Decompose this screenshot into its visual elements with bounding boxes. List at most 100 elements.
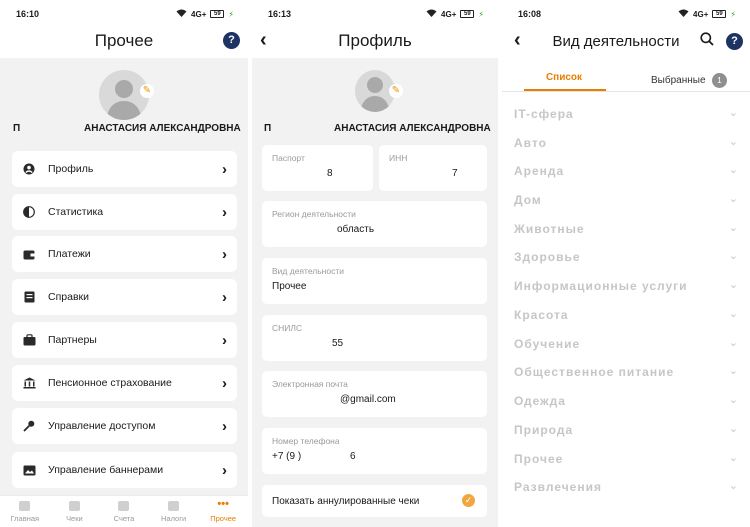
tab-receipts[interactable]: Чеки [50,496,100,527]
signal-label: 4G+ [693,9,709,19]
menu-item-label: Профиль [48,163,94,175]
menu-item-pension-insurance[interactable]: Пенсионное страхование › [12,365,237,401]
header: Прочее ? [0,26,248,58]
chevron-down-icon: ⌄ [728,136,738,148]
battery-icon: 59 [712,10,727,18]
signal-label: 4G+ [191,9,207,19]
checkmark-icon[interactable]: ✓ [462,494,475,507]
category-item[interactable]: Аренда ⌄ [514,162,740,182]
bank-icon [22,376,36,390]
field-label: Регион деятельности [272,209,356,219]
menu-item-certificates[interactable]: Справки › [12,279,237,315]
category-item[interactable]: Прочее ⌄ [514,450,740,470]
help-icon[interactable]: ? [223,32,240,49]
category-item[interactable]: Здоровье ⌄ [514,248,740,268]
phone-field[interactable]: Номер телефона +7 (9 ) 6 [262,428,487,474]
category-item[interactable]: Дом ⌄ [514,191,740,211]
chevron-down-icon: ⌄ [728,164,738,176]
edit-avatar-icon[interactable]: ✎ [389,84,403,98]
field-label: Электронная почта [272,379,348,389]
category-label: IT-сфера [514,107,574,121]
menu-item-payments[interactable]: Платежи › [12,236,237,272]
wifi-icon [678,9,689,19]
screen-activity-type: 16:08 4G+ 59 ⚡ ‹ Вид деятельности ? Спис… [502,0,750,527]
user-initial: П [264,123,272,134]
wallet-icon [22,247,36,261]
field-value: 7 [452,168,458,179]
category-item[interactable]: Обучение ⌄ [514,335,740,355]
status-time: 16:08 [518,9,542,19]
tax-icon [168,501,180,511]
menu-item-banner-management[interactable]: Управление баннерами › [12,452,237,488]
status-icons: 4G+ 59 ⚡ [176,9,234,19]
help-icon[interactable]: ? [726,33,743,50]
tab-label: Счета [113,514,135,523]
status-bar: 16:13 4G+ 59 ⚡ [252,0,498,26]
banner-icon [22,463,36,477]
menu-item-partners[interactable]: Партнеры › [12,322,237,358]
category-item[interactable]: Животные ⌄ [514,220,740,240]
category-item[interactable]: Развлечения ⌄ [514,478,740,498]
chevron-right-icon: › [222,160,227,178]
tab-favorites[interactable]: Выбранные [651,75,706,86]
more-dots-icon: ••• [217,498,229,510]
invoice-icon [118,501,130,511]
screen-other: 16:10 4G+ 59 ⚡ Прочее ? ✎ П АНАСТАСИЯ АЛ… [0,0,248,527]
field-value: 8 [327,168,333,179]
category-item[interactable]: Авто ⌄ [514,134,740,154]
receipt-icon [68,501,80,511]
field-value-prefix: +7 (9 ) [272,451,302,462]
briefcase-icon [22,333,36,347]
tab-home[interactable]: Главная [0,496,50,527]
category-label: Животные [514,222,585,236]
chevron-right-icon: › [222,245,227,263]
screen-profile: 16:13 4G+ 59 ⚡ ‹ Профиль ✎ П АНАСТАСИЯ А… [252,0,498,527]
field-label: ИНН [389,153,408,163]
passport-field[interactable]: Паспорт 8 [262,145,373,191]
search-icon[interactable] [700,32,714,51]
category-item[interactable]: Красота ⌄ [514,306,740,326]
header: ‹ Профиль [252,26,498,58]
tab-label: Главная [10,514,40,523]
activity-type-field[interactable]: Вид деятельности Прочее [262,258,487,304]
chevron-down-icon: ⌄ [728,107,738,119]
menu-item-label: Платежи [48,248,91,260]
menu-item-label: Статистика [48,206,104,218]
charging-icon: ⚡ [228,9,234,19]
category-label: Авто [514,136,547,150]
field-label: Паспорт [272,153,305,163]
tab-list[interactable]: Список [536,72,592,83]
menu-item-statistics[interactable]: Статистика › [12,194,237,230]
battery-icon: 59 [210,10,225,18]
category-item[interactable]: Информационные услуги ⌄ [514,277,740,297]
snils-field[interactable]: СНИЛС 55 [262,315,487,361]
edit-avatar-icon[interactable]: ✎ [140,84,154,98]
category-item[interactable]: Одежда ⌄ [514,392,740,412]
menu-item-access-management[interactable]: Управление доступом › [12,408,237,444]
inn-field[interactable]: ИНН 7 [379,145,487,191]
page-title: Прочее [94,31,154,50]
tab-invoices[interactable]: Счета [99,496,149,527]
chevron-down-icon: ⌄ [728,365,738,377]
tab-label: Прочее [210,514,237,523]
field-value: Прочее [272,281,307,292]
tab-taxes[interactable]: Налоги [149,496,199,527]
category-item[interactable]: IT-сфера ⌄ [514,105,740,125]
active-tab-indicator [524,89,606,91]
tab-bar: Список Выбранные 1 [502,58,750,92]
page-title: Профиль [338,31,412,50]
region-field[interactable]: Регион деятельности область [262,201,487,247]
show-cancelled-receipts-toggle[interactable]: Показать аннулированные чеки ✓ [262,485,487,517]
category-item[interactable]: Общественное питание ⌄ [514,363,740,383]
menu-item-label: Справки [48,291,89,303]
chevron-down-icon: ⌄ [728,423,738,435]
chevron-down-icon: ⌄ [728,480,738,492]
email-field[interactable]: Электронная почта @gmail.com [262,371,487,417]
field-label: Вид деятельности [272,266,344,276]
category-label: Прочее [514,452,564,466]
category-item[interactable]: Природа ⌄ [514,421,740,441]
category-label: Развлечения [514,480,602,494]
tab-other[interactable]: ••• Прочее [198,496,248,527]
menu-item-profile[interactable]: Профиль › [12,151,237,187]
chevron-down-icon: ⌄ [728,250,738,262]
